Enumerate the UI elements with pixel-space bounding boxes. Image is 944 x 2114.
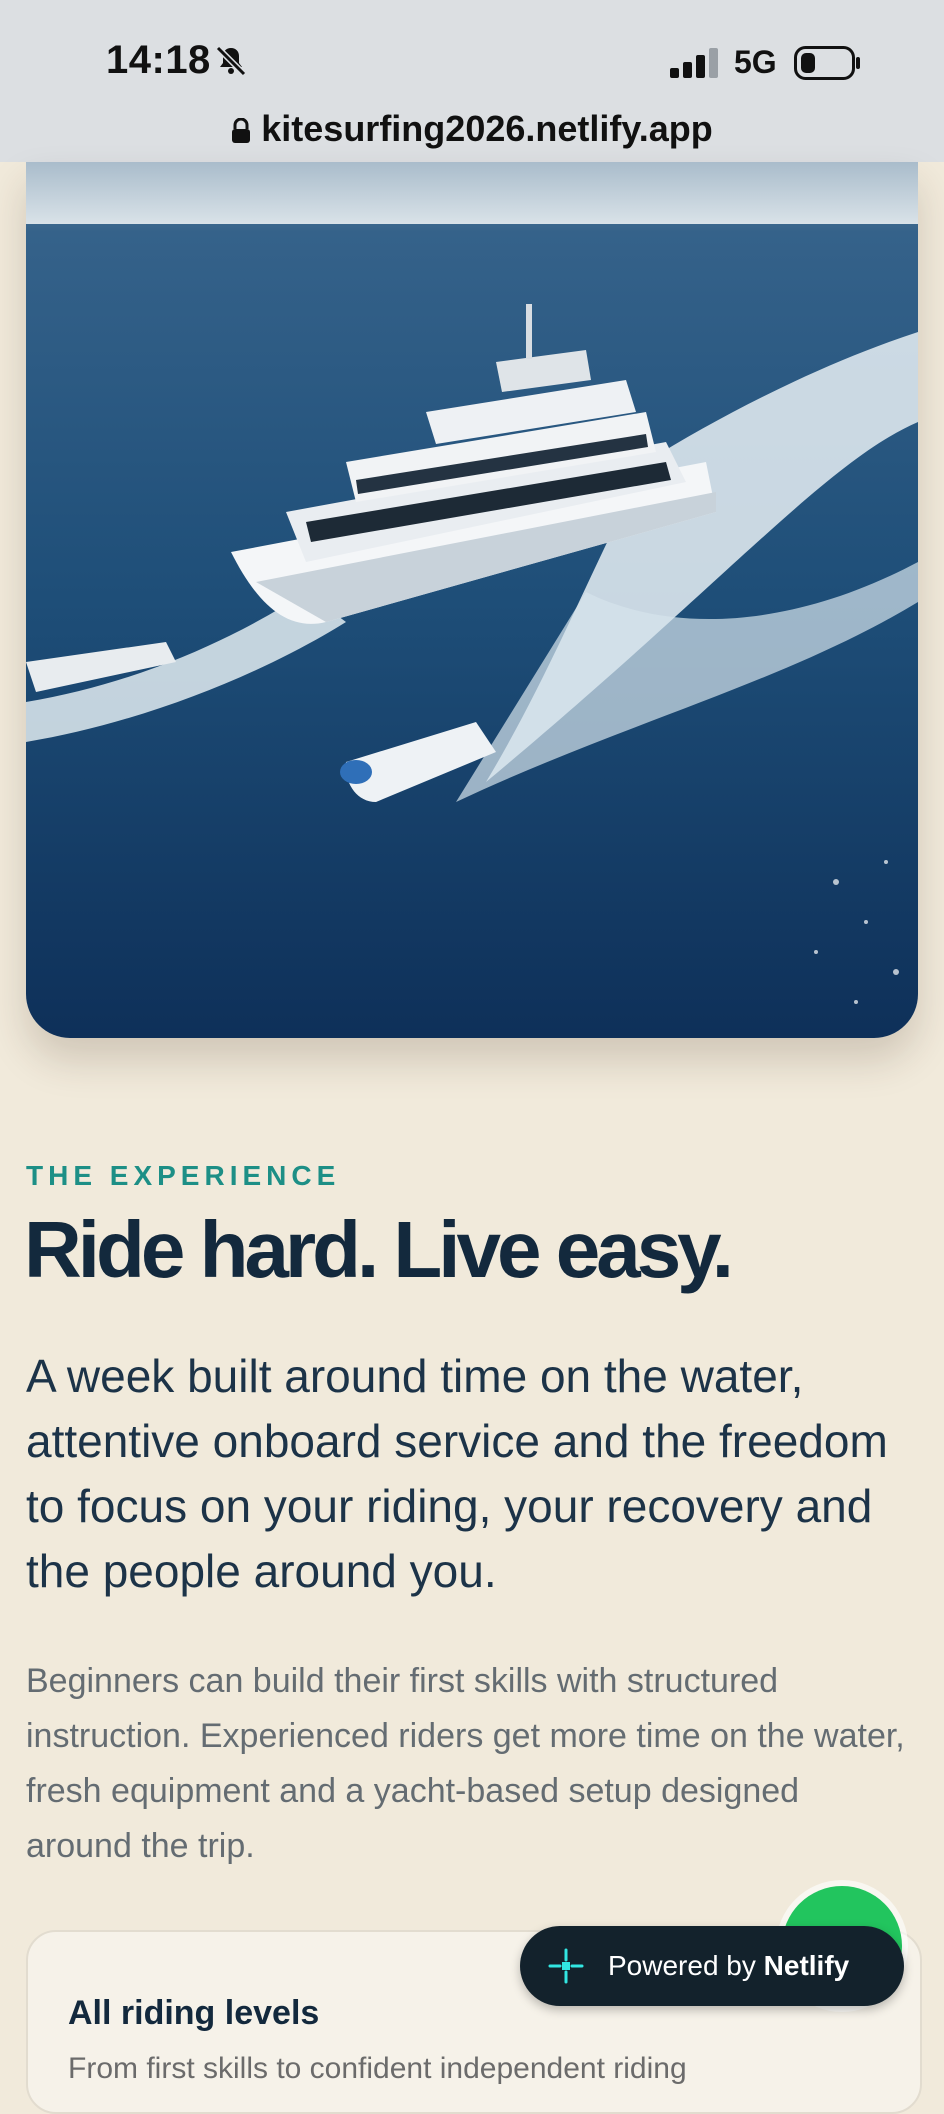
section-body-text: Beginners can build their first skills w… — [26, 1662, 905, 1865]
card-title: All riding levels — [68, 1994, 320, 2032]
hero-image-yacht — [26, 162, 918, 1038]
lock-icon — [232, 118, 251, 143]
section-lead-text: A week built around time on the water, a… — [26, 1350, 888, 1597]
status-time: 14:18 — [106, 38, 211, 82]
yacht-illustration — [26, 162, 918, 1038]
url-text: kitesurfing2026.netlify.app — [261, 108, 713, 149]
section-headline: Ride hard. Live easy. — [24, 1205, 734, 1294]
signal-icon — [670, 48, 718, 78]
netlify-badge-text: Powered by Netlify — [608, 1950, 849, 1982]
netlify-brand: Netlify — [763, 1950, 850, 1981]
status-bar: 14:18 5G kitesurfing2026.netlify.app — [0, 0, 944, 162]
netlify-prefix: Powered by — [608, 1950, 756, 1981]
card-subtitle: From first skills to confident independe… — [68, 2052, 687, 2085]
section-eyebrow: THE EXPERIENCE — [26, 1160, 341, 1191]
bell-muted-icon — [215, 45, 247, 77]
battery-icon — [794, 46, 860, 80]
netlify-icon — [548, 1948, 584, 1984]
url-bar[interactable]: kitesurfing2026.netlify.app — [0, 108, 944, 150]
network-label: 5G — [734, 44, 777, 80]
powered-by-netlify-badge[interactable]: Powered by Netlify — [520, 1926, 904, 2006]
